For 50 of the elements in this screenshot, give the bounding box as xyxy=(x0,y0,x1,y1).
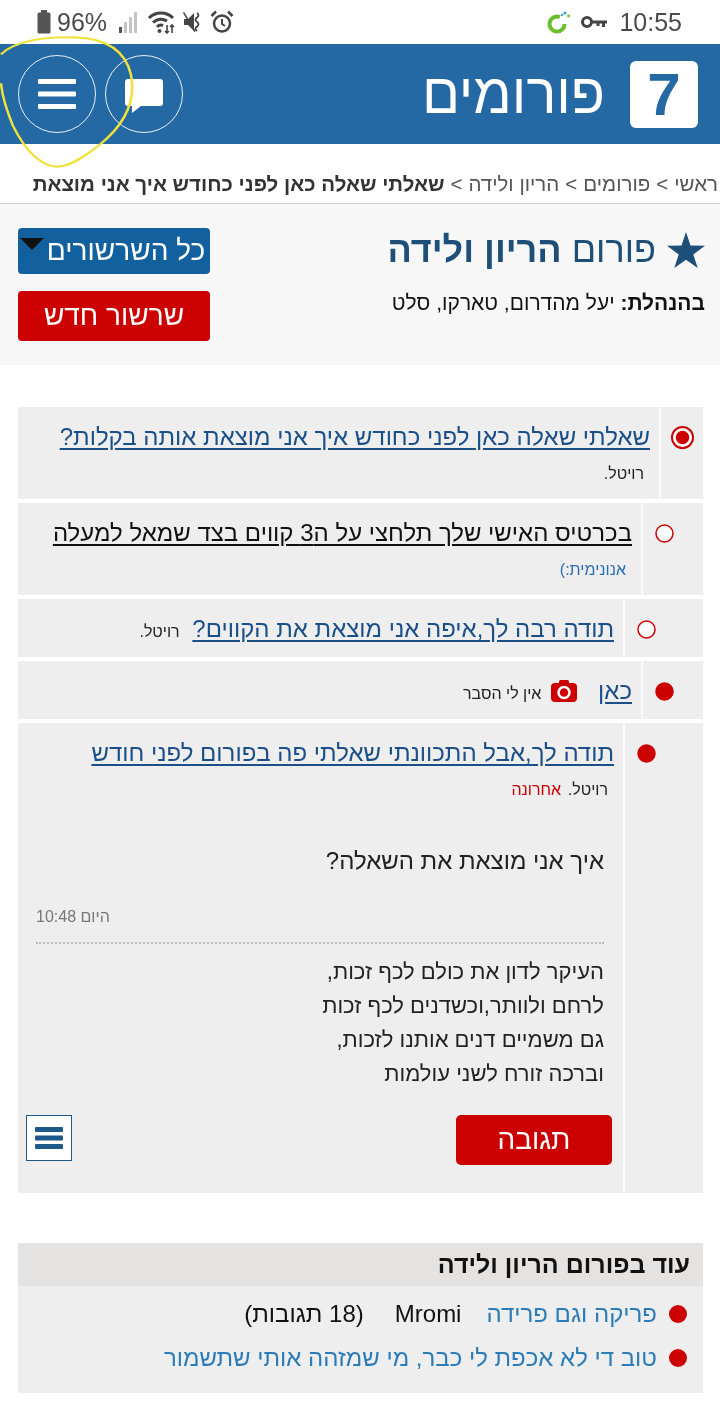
menu-icon xyxy=(38,79,76,109)
section-heading: עוד בפורום הריון ולידה xyxy=(18,1243,703,1286)
breadcrumb-item[interactable]: פורומים xyxy=(583,172,651,196)
reply-count: (18 תגובות) xyxy=(244,1300,364,1328)
breadcrumb-separator: > xyxy=(450,172,463,196)
breadcrumb-separator: > xyxy=(656,172,669,196)
clock-time: 10:55 xyxy=(619,7,682,37)
message-title-link[interactable]: שאלתי שאלה כאן לפני כחודש איך אני מוצאת אותה בקלות? xyxy=(59,423,650,450)
reply-button[interactable]: תגובה xyxy=(456,1115,612,1165)
message-author: אין לי הסבר xyxy=(462,685,542,702)
breadcrumb-item: שאלתי שאלה כאן לפני כחודש איך אני מוצאת xyxy=(32,172,445,196)
menu-icon xyxy=(35,1127,63,1149)
message-title-link[interactable]: תודה רבה לך,איפה אני מוצאת את הקווים? xyxy=(192,615,614,642)
post-menu-button[interactable] xyxy=(26,1115,72,1161)
thread-author: Mromi xyxy=(394,1300,462,1328)
site-logo[interactable]: 7 xyxy=(630,60,698,128)
message-author[interactable]: אנונימית:) xyxy=(559,561,626,578)
all-threads-dropdown[interactable]: כל השרשורים xyxy=(18,228,210,274)
thread-link[interactable]: טוב די לא אכפת לי כבר, מי שמזהה אותי שתשמור xyxy=(163,1344,657,1372)
forum-title: פורום הריון ולידה xyxy=(387,228,656,272)
post-time: היום 10:48 xyxy=(36,907,111,927)
wifi-icon xyxy=(147,10,176,34)
moderators-text: בהנהלת: יעל מהדרום, טארקו, סלט xyxy=(390,290,705,316)
breadcrumb-separator: > xyxy=(565,172,578,196)
message-title-link[interactable]: בכרטיס האישי שלך תלחצי על ה3 קווים בצד שמאל למעלה xyxy=(52,519,632,546)
site-title: פורומים xyxy=(421,61,605,127)
signature-text: העיקר לדון את כולם לכף זכות, לרחם ולוותר,וכשדנים לכף זכות גם משמיים דנים אותנו לזכות, וברכה זורח לשני עולמות xyxy=(321,958,604,1088)
speech-bubble-icon xyxy=(124,78,164,114)
post-text: איך אני מוצאת את השאלה? xyxy=(324,846,604,876)
app-ring-icon xyxy=(547,10,572,34)
breadcrumb-item[interactable]: הריון ולידה xyxy=(468,172,560,196)
message-title-link[interactable]: תודה לך,אבל התכוונתי שאלתי פה בפורום לפני חודש xyxy=(91,739,614,766)
alarm-clock-icon xyxy=(210,10,235,34)
battery-percentage: 96% xyxy=(57,7,108,37)
message-author: רויטל. xyxy=(567,781,608,798)
battery-icon xyxy=(37,10,51,34)
latest-label: אחרונה xyxy=(511,781,562,798)
breadcrumb-item[interactable]: ראשי xyxy=(674,172,718,196)
signal-bars-icon xyxy=(119,11,138,33)
mute-icon xyxy=(183,11,202,33)
message-title-link[interactable]: כאן xyxy=(598,677,632,704)
thread-link[interactable]: פריקה וגם פרידה xyxy=(486,1300,657,1328)
message-author: רויטל. xyxy=(603,465,644,482)
caret-icon xyxy=(20,238,44,250)
star-icon[interactable] xyxy=(667,232,705,268)
bullet-dot-icon xyxy=(669,1305,687,1323)
bullet-dot-icon xyxy=(669,1349,687,1367)
key-icon xyxy=(581,15,608,29)
message-author: רויטל. xyxy=(139,623,180,640)
new-thread-button[interactable]: שרשור חדש xyxy=(18,291,210,341)
